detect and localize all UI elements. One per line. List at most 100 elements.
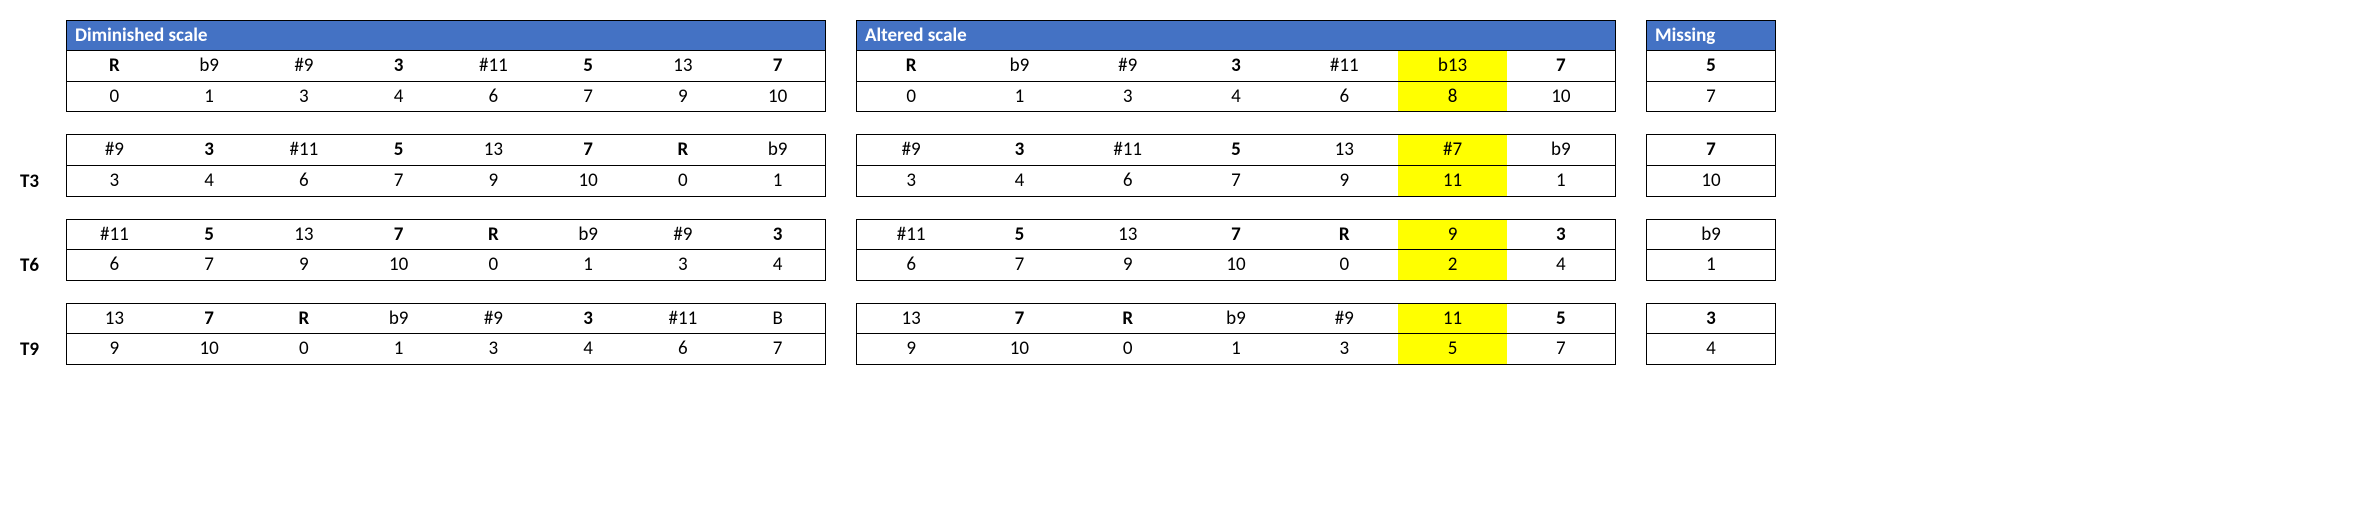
diminished-block-row: 137Rb9#93#11B	[67, 304, 825, 334]
diminished-block-cell: #9	[636, 220, 731, 250]
altered-block-cell: 13	[1074, 220, 1182, 250]
altered-block-cell: 5	[1398, 333, 1506, 364]
altered-block-cell: 1	[965, 81, 1073, 112]
altered-block-cell: 11	[1398, 304, 1506, 334]
diminished-block-cell: 9	[636, 81, 731, 112]
diminished-block-cell: 13	[67, 304, 162, 334]
diminished-block-cell: #9	[67, 135, 162, 165]
diminished-block-cell: 7	[730, 51, 825, 81]
altered-block-cell: 3	[1074, 81, 1182, 112]
diminished-block-cell: #11	[636, 304, 731, 334]
missing-block-row: 5	[1647, 51, 1775, 81]
diminished-block-cell: 3	[636, 249, 731, 280]
diminished-block-row: #115137Rb9#93	[67, 220, 825, 250]
diminished-block-cell: #11	[446, 51, 541, 81]
altered-block-cell: b9	[965, 51, 1073, 81]
diminished-block-cell: 0	[446, 249, 541, 280]
altered-block-cell: 10	[1507, 81, 1615, 112]
diminished-block-cell: R	[67, 51, 162, 81]
altered-block-row: 34679111	[857, 165, 1615, 196]
diminished-block-cell: 0	[257, 333, 352, 364]
altered-block: Rb9#93#11b13701346810	[856, 50, 1616, 112]
altered-block-row: 91001357	[857, 333, 1615, 364]
missing-block-row: 1	[1647, 249, 1775, 280]
altered-block-row: 67910024	[857, 249, 1615, 280]
missing-block-row: 7	[1647, 81, 1775, 112]
diminished-block-cell: 4	[162, 165, 257, 196]
diminished-block-cell: R	[446, 220, 541, 250]
header-altered: Altered scale	[856, 20, 1616, 50]
missing-block-row: 3	[1647, 304, 1775, 334]
missing-block-row: 4	[1647, 333, 1775, 364]
altered-block: #115137R9367910024	[856, 219, 1616, 281]
missing-block-cell: 10	[1647, 165, 1775, 196]
diminished-block-cell: 1	[541, 249, 636, 280]
altered-block-cell: 4	[1507, 249, 1615, 280]
altered-block-cell: 0	[1290, 249, 1398, 280]
altered-block-row: #115137R93	[857, 220, 1615, 250]
altered-block-cell: b9	[1507, 135, 1615, 165]
altered-block-cell: 3	[857, 165, 965, 196]
diminished-block-cell: 4	[730, 249, 825, 280]
missing-block-cell: 1	[1647, 249, 1775, 280]
diminished-block-cell: 7	[730, 333, 825, 364]
altered-block-cell: 6	[857, 249, 965, 280]
transposition-label: T9	[20, 303, 66, 365]
diminished-block-cell: 3	[162, 135, 257, 165]
altered-block-row: 01346810	[857, 81, 1615, 112]
diminished-block-row: 013467910	[67, 81, 825, 112]
altered-block-cell: 13	[1290, 135, 1398, 165]
altered-block-cell: b9	[1182, 304, 1290, 334]
diminished-block-cell: 9	[67, 333, 162, 364]
diminished-block-cell: 7	[351, 220, 446, 250]
altered-block-cell: 3	[1182, 51, 1290, 81]
diminished-block-cell: 3	[67, 165, 162, 196]
altered-block-cell: 10	[965, 333, 1073, 364]
altered-block-cell: 7	[965, 304, 1073, 334]
altered-block-cell: 6	[1074, 165, 1182, 196]
diminished-block-cell: 10	[351, 249, 446, 280]
missing-block-row: b9	[1647, 220, 1775, 250]
diminished-block-cell: 5	[541, 51, 636, 81]
diminished-block-cell: 3	[730, 220, 825, 250]
diminished-block-cell: 6	[67, 249, 162, 280]
transposition-label: T6	[20, 219, 66, 281]
diminished-block-cell: 3	[351, 51, 446, 81]
missing-block-cell: b9	[1647, 220, 1775, 250]
diminished-block: Rb9#93#115137013467910	[66, 50, 826, 112]
diminished-block-cell: 7	[162, 304, 257, 334]
missing-block: 710	[1646, 134, 1776, 196]
diminished-block-row: 346791001	[67, 165, 825, 196]
altered-block-cell: 0	[1074, 333, 1182, 364]
diminished-block-cell: 9	[446, 165, 541, 196]
diminished-block: 137Rb9#93#11B910013467	[66, 303, 826, 365]
diminished-block-cell: 13	[636, 51, 731, 81]
diminished-block-cell: 5	[162, 220, 257, 250]
diminished-block-cell: R	[257, 304, 352, 334]
altered-block-cell: #11	[1290, 51, 1398, 81]
diminished-block-row: Rb9#93#115137	[67, 51, 825, 81]
diminished-block: #115137Rb9#93679100134	[66, 219, 826, 281]
diminished-block-cell: 4	[541, 333, 636, 364]
diminished-block-cell: 10	[162, 333, 257, 364]
altered-block-cell: 3	[965, 135, 1073, 165]
altered-block-row: Rb9#93#11b137	[857, 51, 1615, 81]
diminished-block-cell: 7	[541, 81, 636, 112]
header-missing: Missing	[1646, 20, 1776, 50]
header-diminished: Diminished scale	[66, 20, 826, 50]
diminished-block-row: 679100134	[67, 249, 825, 280]
diminished-block-row: #93#115137Rb9	[67, 135, 825, 165]
row-label-header	[20, 20, 66, 50]
altered-block-cell: 7	[965, 249, 1073, 280]
altered-block-cell: 4	[1182, 81, 1290, 112]
altered-block-cell: 10	[1182, 249, 1290, 280]
altered-block-cell: #9	[1290, 304, 1398, 334]
altered-block-cell: R	[1290, 220, 1398, 250]
diminished-block-cell: 6	[636, 333, 731, 364]
transposition-label: T3	[20, 134, 66, 196]
altered-block-cell: 3	[1290, 333, 1398, 364]
altered-block-cell: #9	[1074, 51, 1182, 81]
missing-block-row: 7	[1647, 135, 1775, 165]
diminished-block-cell: 3	[446, 333, 541, 364]
diminished-block-cell: 7	[351, 165, 446, 196]
